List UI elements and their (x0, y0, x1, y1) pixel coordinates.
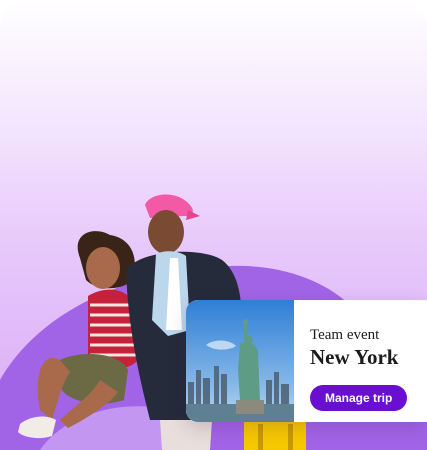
trip-event-label: Team event (310, 327, 380, 343)
hero-banner: Team event New York Manage trip (0, 0, 427, 450)
trip-city: New York (310, 345, 399, 369)
statue-of-liberty-photo (186, 300, 294, 422)
manage-trip-button[interactable]: Manage trip (310, 385, 408, 411)
yellow-suitcase (244, 418, 306, 450)
trip-card-body: Team event New York Manage trip (294, 300, 427, 422)
trip-card: Team event New York Manage trip (186, 300, 427, 422)
woman-figure (18, 231, 138, 439)
